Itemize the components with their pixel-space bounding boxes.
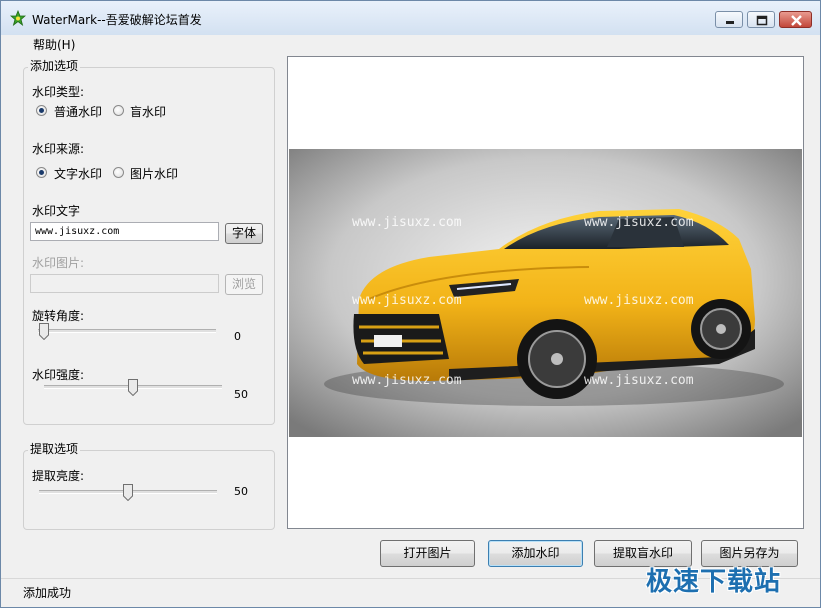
minimize-icon — [726, 21, 734, 24]
strength-value: 50 — [234, 388, 248, 401]
rotation-slider-track[interactable] — [38, 329, 216, 333]
watermark-source-label: 水印来源: — [32, 142, 85, 156]
app-window: WaterMark--吾爱破解论坛首发 帮助(H) 添加选项 水印类型: 普通水… — [0, 0, 821, 608]
radio-normal-watermark[interactable] — [36, 105, 47, 116]
radio-blind-watermark[interactable] — [113, 105, 124, 116]
watermark-overlay: www.jisuxz.com — [584, 215, 694, 230]
radio-image-watermark[interactable] — [113, 167, 124, 178]
watermark-overlay: www.jisuxz.com — [352, 293, 462, 308]
maximize-button[interactable] — [747, 11, 775, 28]
menu-bar: 帮助(H) — [1, 35, 820, 53]
watermark-overlay: www.jisuxz.com — [352, 373, 462, 388]
browse-button[interactable]: 浏览 — [225, 274, 263, 295]
radio-text-watermark[interactable] — [36, 167, 47, 178]
brightness-label: 提取亮度: — [32, 469, 85, 483]
watermark-image-input[interactable] — [30, 274, 219, 293]
app-star-icon — [10, 10, 26, 26]
radio-selected-dot — [39, 108, 44, 113]
minimize-button[interactable] — [715, 11, 743, 28]
radio-text-watermark-label[interactable]: 文字水印 — [54, 165, 102, 182]
image-preview-pane: www.jisuxz.com www.jisuxz.com www.jisuxz… — [287, 56, 804, 529]
watermark-text-label: 水印文字 — [32, 204, 81, 218]
font-button[interactable]: 字体 — [225, 223, 263, 244]
title-bar[interactable]: WaterMark--吾爱破解论坛首发 — [1, 1, 820, 35]
car-photo: www.jisuxz.com www.jisuxz.com www.jisuxz… — [289, 149, 802, 437]
watermark-text-input[interactable]: www.jisuxz.com — [30, 222, 219, 241]
watermark-type-label: 水印类型: — [32, 85, 85, 99]
radio-blind-watermark-label[interactable]: 盲水印 — [130, 103, 166, 120]
brightness-slider-thumb[interactable] — [123, 484, 133, 501]
strength-label: 水印强度: — [32, 368, 85, 382]
site-brand-watermark: 极速下载站 — [646, 567, 782, 597]
radio-normal-watermark-label[interactable]: 普通水印 — [54, 103, 102, 120]
watermark-image-label: 水印图片: — [32, 256, 85, 270]
radio-selected-dot — [39, 170, 44, 175]
open-image-button[interactable]: 打开图片 — [380, 540, 475, 567]
strength-slider-thumb[interactable] — [128, 379, 138, 396]
radio-image-watermark-label[interactable]: 图片水印 — [130, 165, 178, 182]
rotation-value: 0 — [234, 330, 241, 343]
watermark-overlay: www.jisuxz.com — [352, 215, 462, 230]
window-title: WaterMark--吾爱破解论坛首发 — [32, 13, 202, 27]
brightness-value: 50 — [234, 485, 248, 498]
status-text: 添加成功 — [23, 586, 72, 600]
menu-help[interactable]: 帮助(H) — [33, 36, 75, 53]
rotation-label: 旋转角度: — [32, 309, 85, 323]
watermark-overlay: www.jisuxz.com — [584, 293, 694, 308]
add-options-title: 添加选项 — [28, 57, 81, 74]
extract-options-title: 提取选项 — [28, 440, 81, 457]
maximize-icon — [756, 15, 768, 26]
close-icon — [791, 15, 802, 26]
close-button[interactable] — [779, 11, 812, 28]
watermark-overlay: www.jisuxz.com — [584, 373, 694, 388]
add-watermark-button[interactable]: 添加水印 — [488, 540, 583, 567]
rotation-slider-thumb[interactable] — [39, 323, 49, 340]
